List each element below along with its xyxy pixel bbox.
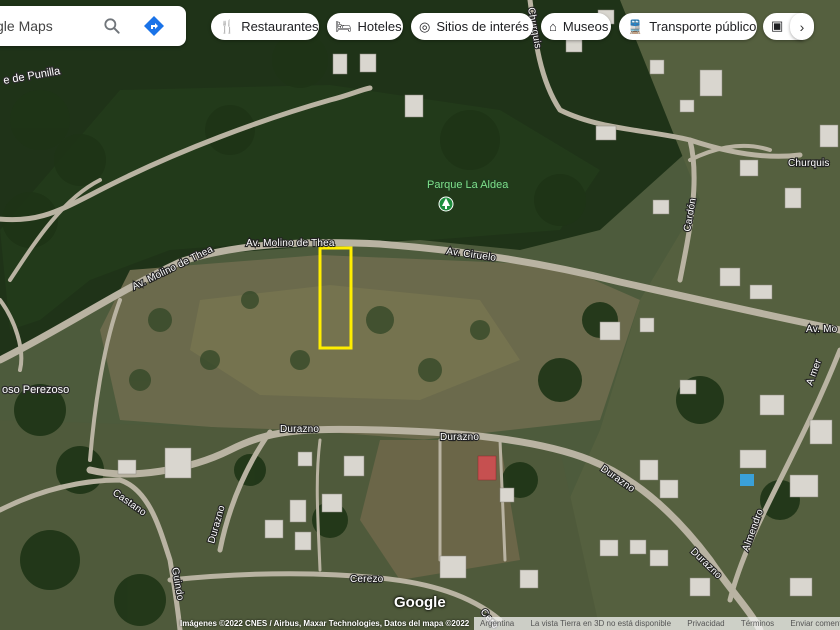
feedback-link[interactable]: Enviar comentarios <box>790 619 840 628</box>
road-label-cerezo: Cerezo <box>350 574 384 585</box>
attribution-text: Imágenes ©2022 CNES / Airbus, Maxar Tech… <box>180 619 470 628</box>
utensils-icon: 🍴 <box>219 18 236 34</box>
chip-label: Restaurantes <box>241 19 319 34</box>
chip-label: Museos <box>562 19 609 34</box>
park-marker[interactable] <box>438 196 454 212</box>
search-box[interactable] <box>0 6 186 46</box>
chip-label: Hoteles <box>357 19 402 34</box>
chip-transporte-publico[interactable]: 🚆 Transporte público <box>619 13 757 40</box>
bed-icon: 🛏 <box>335 18 352 34</box>
google-logo: Google <box>394 594 446 611</box>
train-icon: 🚆 <box>627 18 644 34</box>
chip-sitios-de-interes[interactable]: ◎ Sitios de interés <box>411 13 533 40</box>
directions-icon[interactable] <box>142 14 166 38</box>
camera-icon: ◎ <box>419 18 431 34</box>
search-input[interactable] <box>0 17 118 35</box>
chip-hoteles[interactable]: 🛏 Hoteles <box>327 13 403 40</box>
chip-label: Transporte público <box>649 19 757 34</box>
privacy-link[interactable]: Privacidad <box>687 619 724 628</box>
road-label-churquis-right: Churquis <box>788 158 830 169</box>
chip-label: Sitios de interés <box>436 19 529 34</box>
label-park: Parque La Aldea <box>427 179 509 191</box>
bag-icon: ▣ <box>771 18 784 33</box>
label-oso-perezoso: oso Perezoso <box>2 384 69 396</box>
view3d-notice: La vista Tierra en 3D no está disponible <box>530 619 672 628</box>
museum-icon: ⌂ <box>549 19 557 34</box>
road-label-molino-2: Av. Molino de Thea <box>246 238 335 249</box>
footer-links: Argentina La vista Tierra en 3D no está … <box>474 617 840 630</box>
country-label: Argentina <box>480 619 515 628</box>
chips-next-button[interactable]: › <box>790 13 814 40</box>
chip-restaurantes[interactable]: 🍴 Restaurantes <box>211 13 319 40</box>
terms-link[interactable]: Términos <box>741 619 774 628</box>
road-label-durazno-2: Durazno <box>440 432 479 443</box>
chevron-right-icon: › <box>799 18 805 35</box>
road-label-av-mo: Av. Mo <box>806 324 838 335</box>
satellite-map[interactable]: e de Punilla Parque La Aldea Av. Molino … <box>0 0 840 630</box>
search-icon[interactable] <box>102 16 122 36</box>
map-footer: Imágenes ©2022 CNES / Airbus, Maxar Tech… <box>0 617 840 630</box>
road-label-durazno-1: Durazno <box>280 424 319 435</box>
chip-museos[interactable]: ⌂ Museos <box>541 13 611 40</box>
